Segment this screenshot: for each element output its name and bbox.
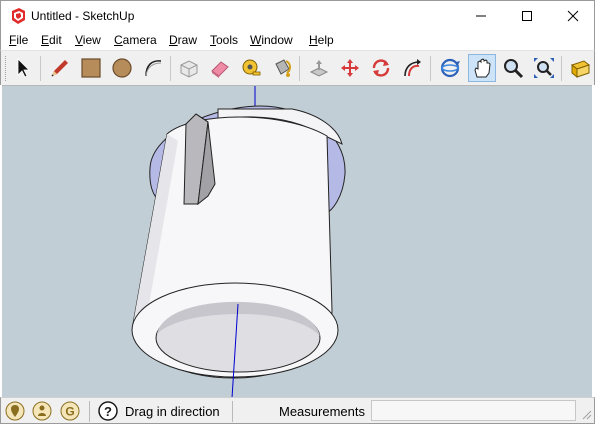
menu-file[interactable]: File — [9, 33, 28, 47]
pan-icon — [474, 58, 491, 78]
status-separator — [232, 401, 233, 422]
menu-view[interactable]: View — [75, 33, 101, 47]
minimize-button[interactable] — [458, 1, 504, 31]
menu-tools[interactable]: Tools — [210, 33, 238, 47]
model-canvas — [131, 86, 346, 397]
line-pencil-icon — [51, 60, 68, 77]
maximize-button[interactable] — [504, 1, 550, 31]
pan-tool[interactable] — [468, 54, 496, 82]
title-bar: Untitled - SketchUp — [0, 0, 595, 30]
toolbar-separator — [40, 56, 41, 81]
status-separator — [89, 401, 90, 422]
instructor-help-icon[interactable]: ? — [98, 401, 118, 421]
push-pull-tool[interactable] — [305, 54, 333, 82]
follow-me-tool[interactable] — [398, 54, 426, 82]
rectangle-icon — [81, 58, 101, 78]
move-icon — [341, 59, 359, 77]
warehouse-tool[interactable] — [566, 54, 594, 82]
measurements-label: Measurements — [279, 404, 365, 419]
status-bar: G ? Drag in direction Measurements — [0, 397, 595, 424]
sketchup-logo-icon — [12, 8, 25, 24]
circle-icon — [112, 58, 132, 78]
toolbar-grip[interactable] — [5, 56, 8, 81]
toolbar-separator — [299, 56, 300, 81]
geo-location-icon[interactable] — [5, 401, 25, 421]
user-account-icon[interactable]: G — [60, 401, 80, 421]
svg-text:G: G — [65, 405, 74, 419]
eraser-tool[interactable] — [206, 54, 234, 82]
measurements-input[interactable] — [371, 400, 576, 421]
circle-tool[interactable] — [108, 54, 136, 82]
move-tool[interactable] — [336, 54, 364, 82]
minimize-icon — [476, 15, 486, 17]
close-icon — [567, 10, 579, 22]
rotate-tool[interactable] — [367, 54, 395, 82]
toolbar-separator — [430, 56, 431, 81]
menu-bar: File Edit View Camera Draw Tools Window … — [0, 30, 595, 50]
zoom-icon — [504, 59, 524, 79]
orbit-icon — [440, 58, 460, 78]
push-pull-icon — [309, 60, 329, 77]
rotate-icon — [372, 59, 390, 77]
arc-icon — [145, 60, 162, 77]
rectangle-tool[interactable] — [77, 54, 105, 82]
tape-measure-icon — [242, 59, 261, 76]
maximize-icon — [522, 11, 532, 21]
follow-me-icon — [404, 59, 421, 77]
paint-bucket-icon — [275, 59, 291, 77]
arc-tool[interactable] — [139, 54, 167, 82]
line-tool[interactable] — [46, 54, 74, 82]
warehouse-icon — [570, 60, 591, 79]
status-hint-text: Drag in direction — [125, 404, 220, 419]
paint-bucket-tool[interactable] — [268, 54, 296, 82]
make-component-icon — [180, 60, 198, 78]
orbit-tool[interactable] — [436, 54, 464, 82]
zoom-extents-tool[interactable] — [530, 54, 558, 82]
zoom-tool[interactable] — [499, 54, 527, 82]
menu-help[interactable]: Help — [309, 33, 334, 47]
toolbar-separator — [561, 56, 562, 81]
menu-camera[interactable]: Camera — [114, 33, 157, 47]
menu-window[interactable]: Window — [250, 33, 293, 47]
menu-edit[interactable]: Edit — [41, 33, 62, 47]
modeling-viewport[interactable] — [2, 85, 592, 397]
menu-draw[interactable]: Draw — [169, 33, 197, 47]
window-title: Untitled - SketchUp — [31, 9, 135, 23]
select-icon — [17, 58, 30, 78]
make-component-tool[interactable] — [175, 54, 203, 82]
close-button[interactable] — [550, 1, 595, 31]
toolbar-separator — [170, 56, 171, 81]
tape-measure-tool[interactable] — [237, 54, 265, 82]
select-tool[interactable] — [9, 54, 37, 82]
getting-started-toolbar — [0, 50, 595, 85]
zoom-extents-icon — [534, 58, 554, 78]
svg-text:?: ? — [104, 404, 112, 419]
credits-icon[interactable] — [32, 401, 52, 421]
resize-grip-icon[interactable] — [580, 408, 592, 420]
eraser-icon — [211, 61, 229, 78]
